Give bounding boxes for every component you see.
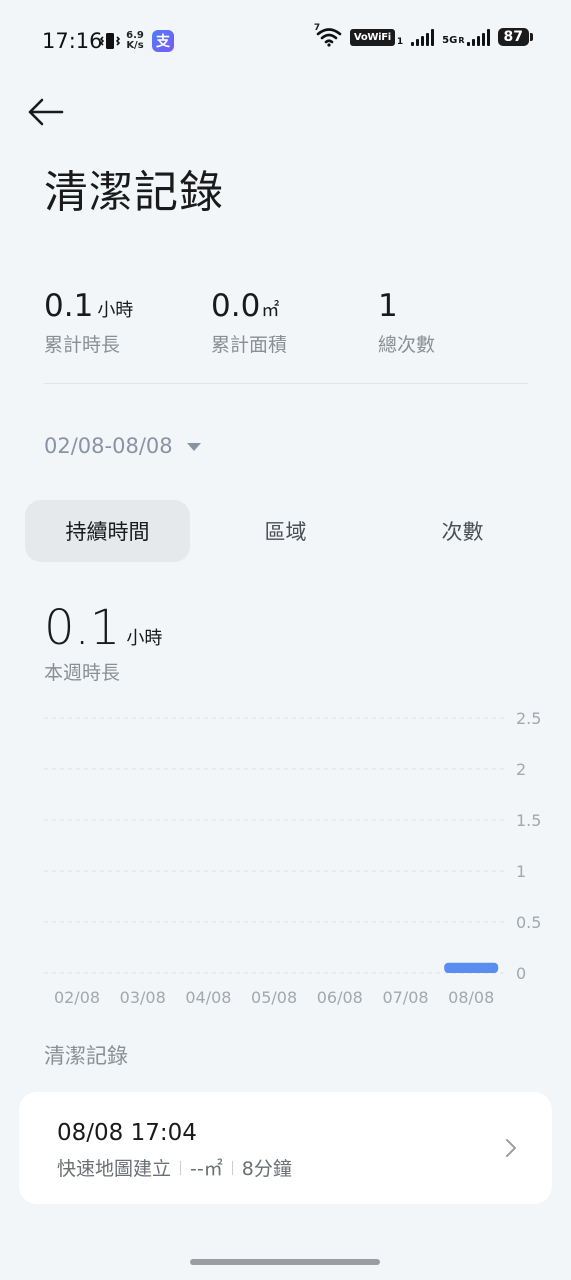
wifi-sup: 7 xyxy=(313,23,321,33)
records-section-label: 清潔記錄 xyxy=(44,1044,128,1068)
stat-label: 總次數 xyxy=(378,334,436,356)
battery-level: 87 xyxy=(497,28,529,46)
y-tick-label: 0 xyxy=(516,964,526,983)
stat-value: 0.1 xyxy=(44,288,94,324)
record-area: --㎡ xyxy=(190,1158,223,1180)
summary-value: 0.1 xyxy=(44,600,121,656)
x-tick-label: 06/08 xyxy=(317,988,363,1007)
home-indicator[interactable] xyxy=(190,1259,380,1265)
signal-icon xyxy=(411,28,435,46)
arrow-left-icon xyxy=(28,98,64,126)
x-tick-label: 03/08 xyxy=(120,988,166,1007)
page-title: 清潔記錄 xyxy=(44,167,224,218)
vowifi-badge: VoWiFi xyxy=(349,28,395,46)
battery-icon: 87 xyxy=(497,28,533,46)
tab-area[interactable]: 區域 xyxy=(203,500,368,562)
five-g-sup: R xyxy=(458,36,465,45)
back-button[interactable] xyxy=(24,90,68,134)
stat-label: 累計時長 xyxy=(44,334,121,356)
vowifi-sim-number: 1 xyxy=(396,37,404,47)
cleaning-record-card[interactable]: 08/08 17:04 快速地圖建立 --㎡ 8分鐘 xyxy=(19,1092,552,1204)
date-range-selector[interactable]: 02/08-08/08 xyxy=(44,434,201,458)
stat-total-duration: 0.1 小時 累計時長 xyxy=(44,288,133,357)
x-tick-label: 07/08 xyxy=(382,988,428,1007)
x-tick-label: 04/08 xyxy=(185,988,231,1007)
record-details: 快速地圖建立 --㎡ 8分鐘 xyxy=(57,1154,292,1181)
status-right-icons: 7 VoWiFi 1 5G R 87 xyxy=(314,23,533,47)
y-tick-label: 2 xyxy=(516,760,526,779)
weekly-summary: 0.1 小時 本週時長 xyxy=(44,600,162,685)
summary-unit: 小時 xyxy=(126,628,163,649)
network-speed-unit: K/s xyxy=(126,40,144,51)
network-speed: 6.9 K/s xyxy=(124,31,146,51)
status-left-icons: 6.9 K/s 支 xyxy=(99,30,174,52)
x-tick-label: 02/08 xyxy=(54,988,100,1007)
divider xyxy=(231,1160,233,1175)
status-bar: 17:16 6.9 K/s 支 7 VoWiFi 1 5G R 87 xyxy=(0,0,571,80)
wifi-icon: 7 xyxy=(314,23,342,47)
signal-5g-icon: 5G R xyxy=(442,28,490,46)
stat-value: 0.0 xyxy=(211,288,261,324)
stat-value: 1 xyxy=(378,288,398,324)
divider xyxy=(180,1160,182,1175)
stat-total-area: 0.0㎡ 累計面積 xyxy=(211,288,287,357)
tab-count[interactable]: 次數 xyxy=(380,500,545,562)
record-duration: 8分鐘 xyxy=(241,1158,292,1180)
duration-bar-chart: 2.5 2 1.5 1 0.5 0 02/08 03/08 04/08 05/08 06/08 07/… xyxy=(44,709,541,1007)
x-tick-label: 05/08 xyxy=(251,988,297,1007)
caret-down-icon xyxy=(186,443,201,451)
record-mode: 快速地圖建立 xyxy=(57,1158,172,1180)
vibrate-icon xyxy=(99,31,121,51)
alipay-app-icon: 支 xyxy=(152,30,174,52)
stat-unit: ㎡ xyxy=(261,300,280,321)
stat-unit: 小時 xyxy=(97,300,134,321)
stat-total-count: 1 總次數 xyxy=(378,288,435,357)
stat-label: 累計面積 xyxy=(211,334,288,356)
stats-summary: 0.1 小時 累計時長 0.0㎡ 累計面積 1 總次數 xyxy=(44,288,528,384)
chart-bar[interactable] xyxy=(444,962,499,973)
y-tick-label: 2.5 xyxy=(516,709,541,728)
tab-duration[interactable]: 持續時間 xyxy=(25,500,190,562)
y-tick-label: 0.5 xyxy=(516,913,541,932)
five-g-label: 5G xyxy=(442,35,458,46)
record-time: 08/08 17:04 xyxy=(57,1120,197,1146)
x-tick-label: 08/08 xyxy=(448,988,494,1007)
summary-label: 本週時長 xyxy=(44,662,121,684)
metric-tabs: 持續時間 區域 次數 xyxy=(25,500,547,562)
chevron-right-icon xyxy=(506,1139,516,1157)
date-range-label: 02/08-08/08 xyxy=(44,434,173,458)
status-time: 17:16 xyxy=(42,29,103,53)
y-tick-label: 1.5 xyxy=(516,811,541,830)
y-tick-label: 1 xyxy=(516,862,526,881)
